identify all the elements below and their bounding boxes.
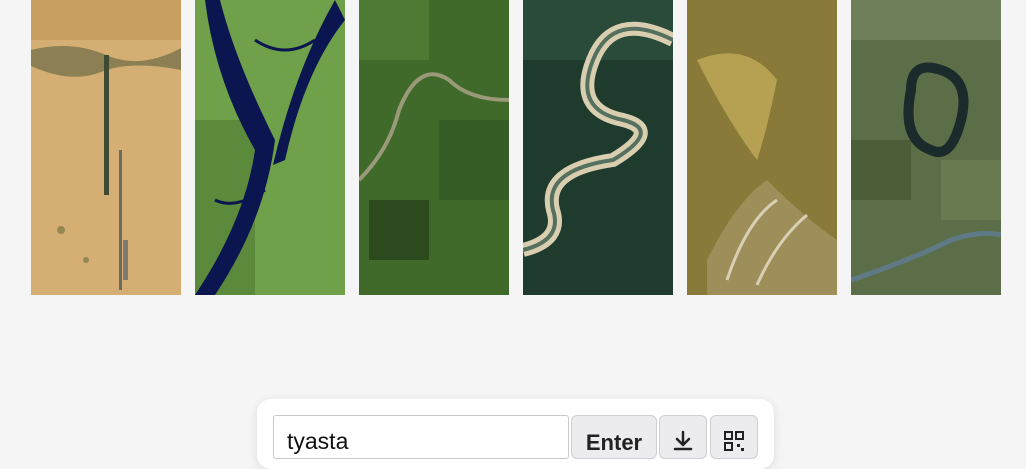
qr-code-icon bbox=[724, 431, 744, 451]
river-delta-satellite-image bbox=[195, 0, 345, 295]
desert-road-satellite-image bbox=[31, 0, 181, 295]
image-gallery bbox=[31, 0, 1001, 295]
tile-delta[interactable] bbox=[195, 0, 345, 295]
farmland-river-satellite-image bbox=[359, 0, 509, 295]
search-bar: tyasta Enter bbox=[257, 399, 774, 469]
tile-farmland[interactable] bbox=[359, 0, 509, 295]
tile-oxbow[interactable] bbox=[851, 0, 1001, 295]
sediment-delta-satellite-image bbox=[687, 0, 837, 295]
search-input[interactable]: tyasta bbox=[273, 415, 569, 459]
tile-sediment[interactable] bbox=[687, 0, 837, 295]
tile-desert[interactable] bbox=[31, 0, 181, 295]
download-icon bbox=[673, 430, 693, 451]
enter-button[interactable]: Enter bbox=[571, 415, 657, 459]
tile-meander[interactable] bbox=[523, 0, 673, 295]
meandering-river-satellite-image bbox=[523, 0, 673, 295]
enter-button-label: Enter bbox=[585, 430, 643, 455]
oxbow-lake-satellite-image bbox=[851, 0, 1001, 295]
download-button[interactable] bbox=[659, 415, 707, 459]
qr-button[interactable] bbox=[710, 415, 758, 459]
